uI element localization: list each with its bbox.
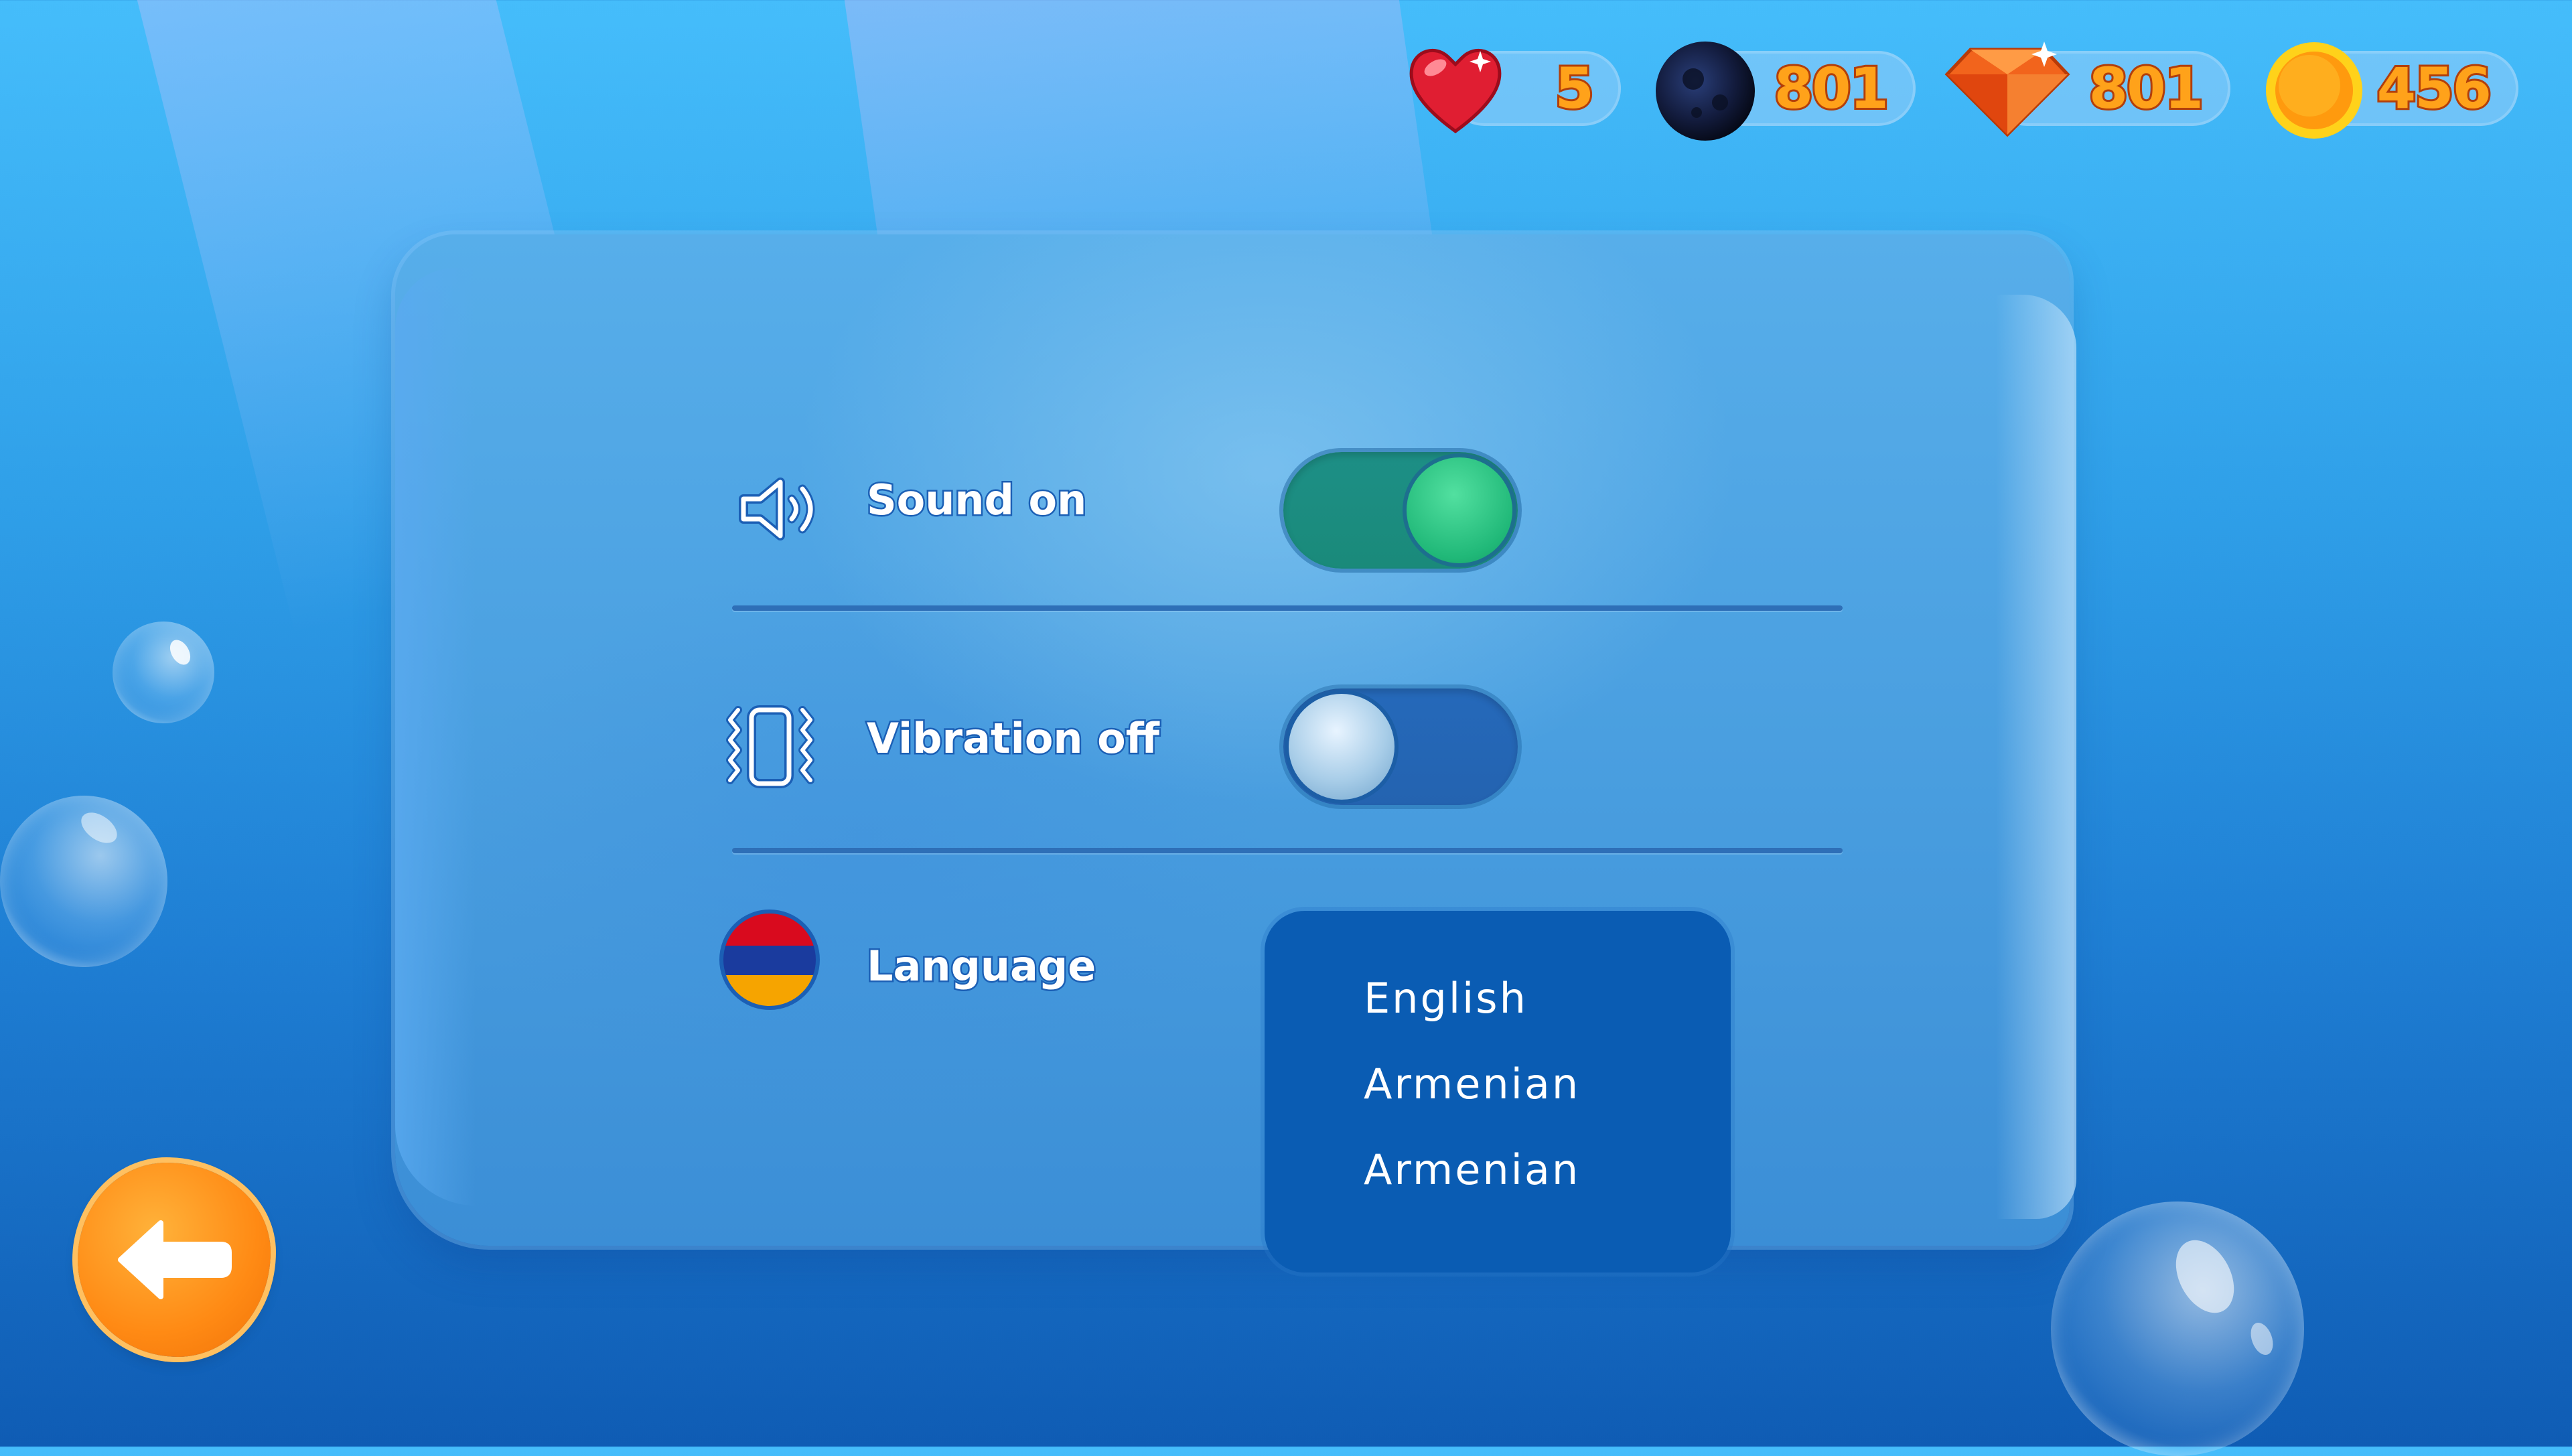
language-option-armenian[interactable]: Armenian bbox=[1364, 1060, 1580, 1108]
planets-value: 801 bbox=[1772, 54, 1891, 123]
heart-icon bbox=[1409, 48, 1502, 134]
lives-value: 5 bbox=[1553, 54, 1597, 123]
language-option-english[interactable]: English bbox=[1364, 974, 1528, 1023]
back-button[interactable] bbox=[78, 1163, 271, 1357]
coins-value: 456 bbox=[2375, 54, 2494, 123]
moon-icon bbox=[1656, 42, 1755, 141]
vibration-icon bbox=[726, 705, 814, 788]
language-option-armenian[interactable]: Armenian bbox=[1364, 1145, 1580, 1194]
toggle-knob bbox=[1289, 694, 1395, 800]
speaker-icon bbox=[739, 478, 815, 540]
settings-panel bbox=[395, 234, 2070, 1246]
gems-value: 801 bbox=[2087, 54, 2206, 123]
divider bbox=[732, 605, 1843, 611]
ice-edge bbox=[395, 268, 476, 1206]
bubble bbox=[0, 796, 167, 967]
armenian-flag-icon bbox=[719, 909, 820, 1010]
sound-toggle[interactable] bbox=[1283, 452, 1518, 569]
divider bbox=[732, 848, 1843, 853]
toggle-knob bbox=[1407, 457, 1512, 563]
back-arrow-icon bbox=[118, 1220, 232, 1299]
vibration-label: Vibration off bbox=[865, 713, 1161, 765]
coin-icon bbox=[2266, 42, 2362, 139]
language-dropdown[interactable]: English Armenian Armenian bbox=[1265, 911, 1731, 1272]
vibration-toggle[interactable] bbox=[1283, 688, 1518, 805]
bubble bbox=[2051, 1202, 2304, 1456]
bubble bbox=[113, 622, 214, 723]
ice-edge bbox=[1996, 295, 2076, 1219]
gem-icon bbox=[1944, 42, 2070, 137]
language-label: Language bbox=[865, 940, 1097, 993]
sound-label: Sound on bbox=[865, 474, 1088, 526]
